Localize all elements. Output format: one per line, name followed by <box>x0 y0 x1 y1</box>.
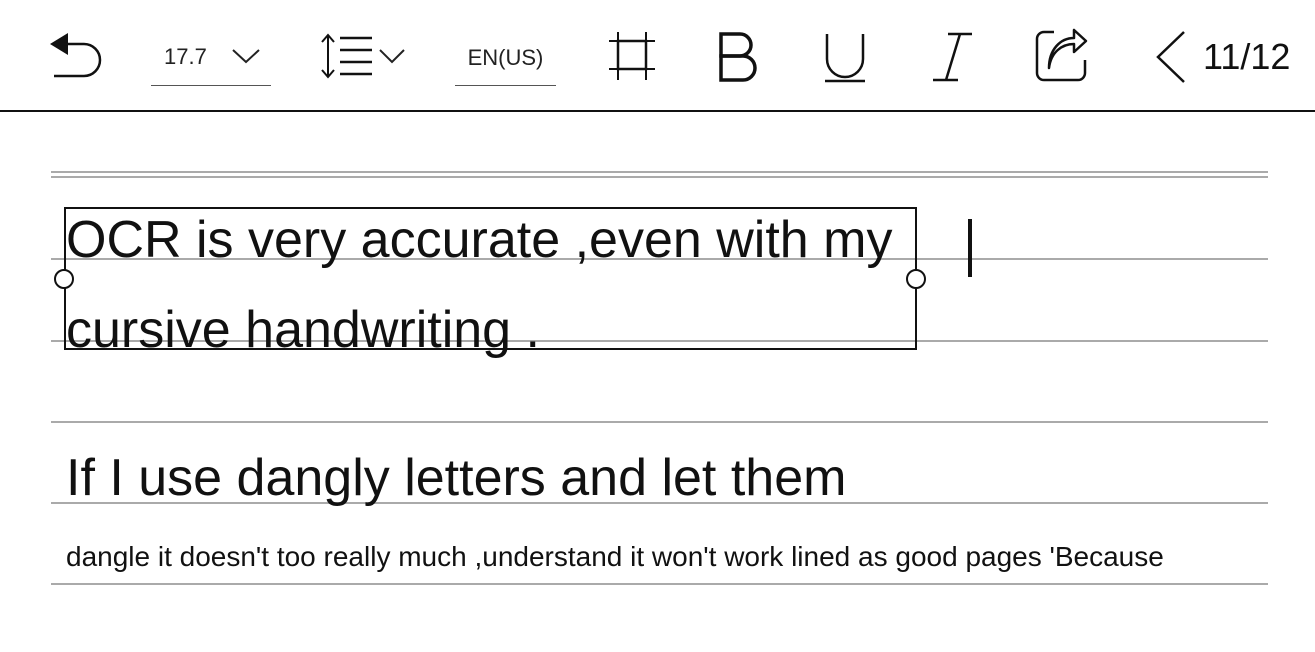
text-line[interactable]: dangle it doesn't too really much ,under… <box>66 541 1164 573</box>
selection-handle-start[interactable] <box>54 269 74 289</box>
language-select[interactable]: EN(US) <box>455 36 556 86</box>
crop-icon <box>609 32 655 80</box>
font-size-value: 17.7 <box>164 44 207 69</box>
rule-line <box>51 583 1268 585</box>
chevron-left-icon <box>1156 31 1185 83</box>
text-line[interactable]: If I use dangly letters and let them <box>66 448 846 508</box>
share-icon <box>1035 28 1088 82</box>
rule-line <box>51 176 1268 178</box>
bold-button[interactable] <box>716 31 762 83</box>
italic-button[interactable] <box>930 31 976 83</box>
text-cursor <box>968 219 972 277</box>
rule-line <box>51 171 1268 173</box>
selection-handle-end[interactable] <box>906 269 926 289</box>
language-value: EN(US) <box>467 45 544 70</box>
underline-icon <box>825 34 865 83</box>
crop-button[interactable] <box>607 29 657 83</box>
page-indicator: 11/12 <box>1203 36 1291 77</box>
undo-button[interactable] <box>46 30 106 82</box>
line-spacing-button[interactable] <box>318 30 408 82</box>
previous-page-button[interactable] <box>1154 30 1188 84</box>
undo-icon <box>50 33 102 78</box>
text-selection-box[interactable] <box>64 207 917 350</box>
toolbar: 17.7 EN(US) 11/12 <box>0 0 1315 112</box>
font-size-select[interactable]: 17.7 <box>151 36 271 86</box>
chevron-down-icon <box>232 49 260 64</box>
bold-icon <box>719 32 757 82</box>
underline-button[interactable] <box>822 31 868 83</box>
italic-icon <box>933 32 972 82</box>
line-spacing-icon <box>321 33 405 79</box>
share-button[interactable] <box>1034 28 1090 84</box>
rule-line <box>51 421 1268 423</box>
